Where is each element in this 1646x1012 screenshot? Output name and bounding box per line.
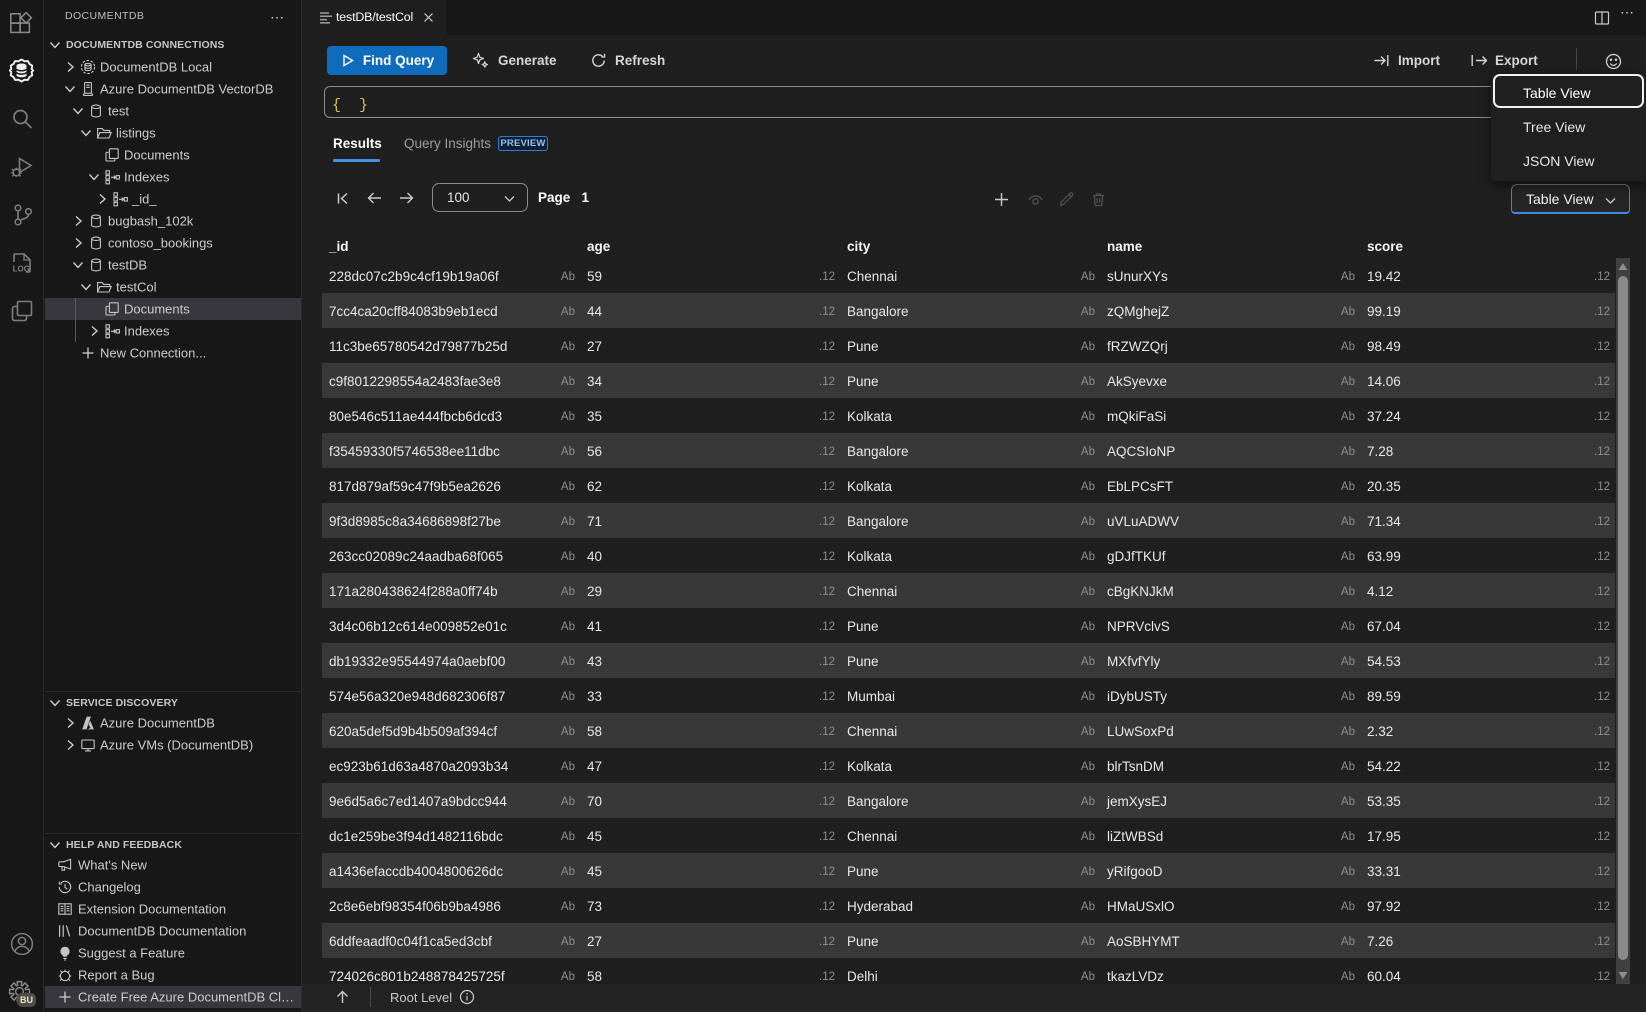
svg-text:LOG: LOG — [13, 265, 30, 274]
